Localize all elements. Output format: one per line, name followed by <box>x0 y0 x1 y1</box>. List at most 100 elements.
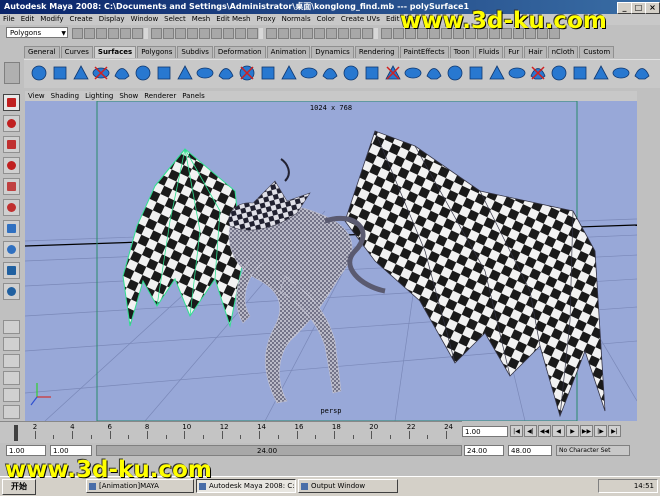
menu-item[interactable]: Color <box>314 14 338 25</box>
trim-icon[interactable] <box>425 64 443 82</box>
shelf-tab[interactable]: Dynamics <box>311 46 354 58</box>
current-time-field[interactable]: 1.00 <box>462 426 508 437</box>
status-line-button[interactable] <box>108 28 119 39</box>
status-line-button[interactable] <box>84 28 95 39</box>
panel-menu-item[interactable]: Show <box>116 91 141 101</box>
playback-button[interactable]: ▶| <box>608 425 621 437</box>
status-line-button[interactable] <box>381 28 392 39</box>
perspective-viewport[interactable]: 1024 x 768 persp <box>25 101 637 421</box>
shelf-tab[interactable]: Polygons <box>137 46 177 58</box>
square-surface-icon[interactable] <box>321 64 339 82</box>
menu-item[interactable]: Select <box>161 14 189 25</box>
status-line-button[interactable] <box>290 28 301 39</box>
nurbs-cylinder-icon[interactable] <box>72 64 90 82</box>
maximize-button[interactable]: □ <box>631 2 646 14</box>
layout-graph-icon[interactable] <box>3 388 20 402</box>
shelf-tab[interactable]: Fluids <box>474 46 504 58</box>
nurbs-torus-icon[interactable] <box>134 64 152 82</box>
status-line-button[interactable] <box>326 28 337 39</box>
birail-icon[interactable] <box>280 64 298 82</box>
shelf-tab[interactable]: nCloth <box>547 46 579 58</box>
status-line-button[interactable] <box>151 28 162 39</box>
move-tool-icon[interactable] <box>3 157 20 174</box>
layout-hypershade-icon[interactable] <box>3 405 20 419</box>
taskbar-item-output-window[interactable]: Output Window <box>298 479 398 493</box>
menu-item[interactable]: Mesh <box>189 14 213 25</box>
nurbs-square-icon[interactable] <box>176 64 194 82</box>
menu-item[interactable]: Create <box>66 14 95 25</box>
menu-item[interactable]: Normals <box>279 14 314 25</box>
playback-end-field[interactable]: 24.00 <box>464 445 504 456</box>
status-line-button[interactable] <box>163 28 174 39</box>
soft-mod-tool-icon[interactable] <box>3 241 20 258</box>
nurbs-sphere-icon[interactable] <box>30 64 48 82</box>
shelf-tab[interactable]: Fur <box>504 46 524 58</box>
playback-button[interactable]: ▶ <box>566 425 579 437</box>
status-line-button[interactable] <box>350 28 361 39</box>
offset-icon[interactable] <box>592 64 610 82</box>
status-line-button[interactable] <box>187 28 198 39</box>
status-line-button[interactable] <box>72 28 83 39</box>
close-button[interactable]: × <box>645 2 660 14</box>
nurbs-circle-icon[interactable] <box>155 64 173 82</box>
select-tool-icon[interactable] <box>3 94 20 111</box>
status-line-button[interactable] <box>235 28 246 39</box>
playback-button[interactable]: ◀◀ <box>538 425 551 437</box>
status-line-button[interactable] <box>175 28 186 39</box>
menu-item[interactable]: Edit <box>18 14 38 25</box>
layout-side-icon[interactable] <box>3 354 20 368</box>
status-line-button[interactable] <box>96 28 107 39</box>
nurbs-plane-icon[interactable] <box>113 64 131 82</box>
extrude-icon[interactable] <box>259 64 277 82</box>
menu-item[interactable]: Create UVs <box>338 14 383 25</box>
rotate-tool-icon[interactable] <box>3 178 20 195</box>
layout-single-icon[interactable] <box>3 320 20 334</box>
playback-button[interactable]: |▶ <box>594 425 607 437</box>
playback-start-field[interactable]: 1.00 <box>50 445 92 456</box>
playback-button[interactable]: ◀| <box>524 425 537 437</box>
panel-menu-item[interactable]: Panels <box>179 91 208 101</box>
boundary-icon[interactable] <box>300 64 318 82</box>
extend-icon[interactable] <box>571 64 589 82</box>
shelf-tab[interactable]: Animation <box>266 46 311 58</box>
lasso-tool-icon[interactable] <box>3 115 20 132</box>
status-line-button[interactable] <box>278 28 289 39</box>
status-line-button[interactable] <box>223 28 234 39</box>
bevel-plus-icon[interactable] <box>363 64 381 82</box>
shelf-tab[interactable]: General <box>24 46 60 58</box>
shelf-tab[interactable]: PaintEffects <box>399 46 449 58</box>
status-line-button[interactable] <box>199 28 210 39</box>
current-frame-marker[interactable] <box>14 425 18 441</box>
status-line-button[interactable] <box>247 28 258 39</box>
panel-menu-item[interactable]: Lighting <box>82 91 116 101</box>
layout-outliner-icon[interactable] <box>3 371 20 385</box>
paint-select-tool-icon[interactable] <box>3 136 20 153</box>
status-line-button[interactable] <box>211 28 222 39</box>
revolve-icon[interactable] <box>196 64 214 82</box>
status-line-button[interactable] <box>314 28 325 39</box>
playback-button[interactable]: ▶▶ <box>580 425 593 437</box>
show-manipulator-icon[interactable] <box>3 262 20 279</box>
universal-manipulator-icon[interactable] <box>3 220 20 237</box>
menu-item[interactable]: Window <box>128 14 162 25</box>
rebuild-icon[interactable] <box>612 64 630 82</box>
minimize-button[interactable]: _ <box>617 2 632 14</box>
layout-four-icon[interactable] <box>3 337 20 351</box>
attach-icon[interactable] <box>467 64 485 82</box>
nurbs-cube-icon[interactable] <box>51 64 69 82</box>
shelf-tab[interactable]: Curves <box>60 46 93 58</box>
bevel-icon[interactable] <box>342 64 360 82</box>
time-slider[interactable]: 2 4 6 8 10 12 14 16 18 20 22 24 <box>0 421 462 444</box>
shelf-tab[interactable]: Deformation <box>213 46 266 58</box>
reverse-icon[interactable] <box>633 64 651 82</box>
playback-button[interactable]: ◀ <box>552 425 565 437</box>
range-slider-bar[interactable]: 24.00 <box>96 445 462 456</box>
shelf-tab[interactable]: Rendering <box>354 46 399 58</box>
status-line-button[interactable] <box>120 28 131 39</box>
shelf-menu-button[interactable] <box>4 62 20 84</box>
status-line-button[interactable] <box>132 28 143 39</box>
menu-item[interactable]: File <box>0 14 18 25</box>
end-time-field[interactable]: 48.00 <box>508 445 552 456</box>
project-curve-icon[interactable] <box>384 64 402 82</box>
insert-isoparm-icon[interactable] <box>550 64 568 82</box>
